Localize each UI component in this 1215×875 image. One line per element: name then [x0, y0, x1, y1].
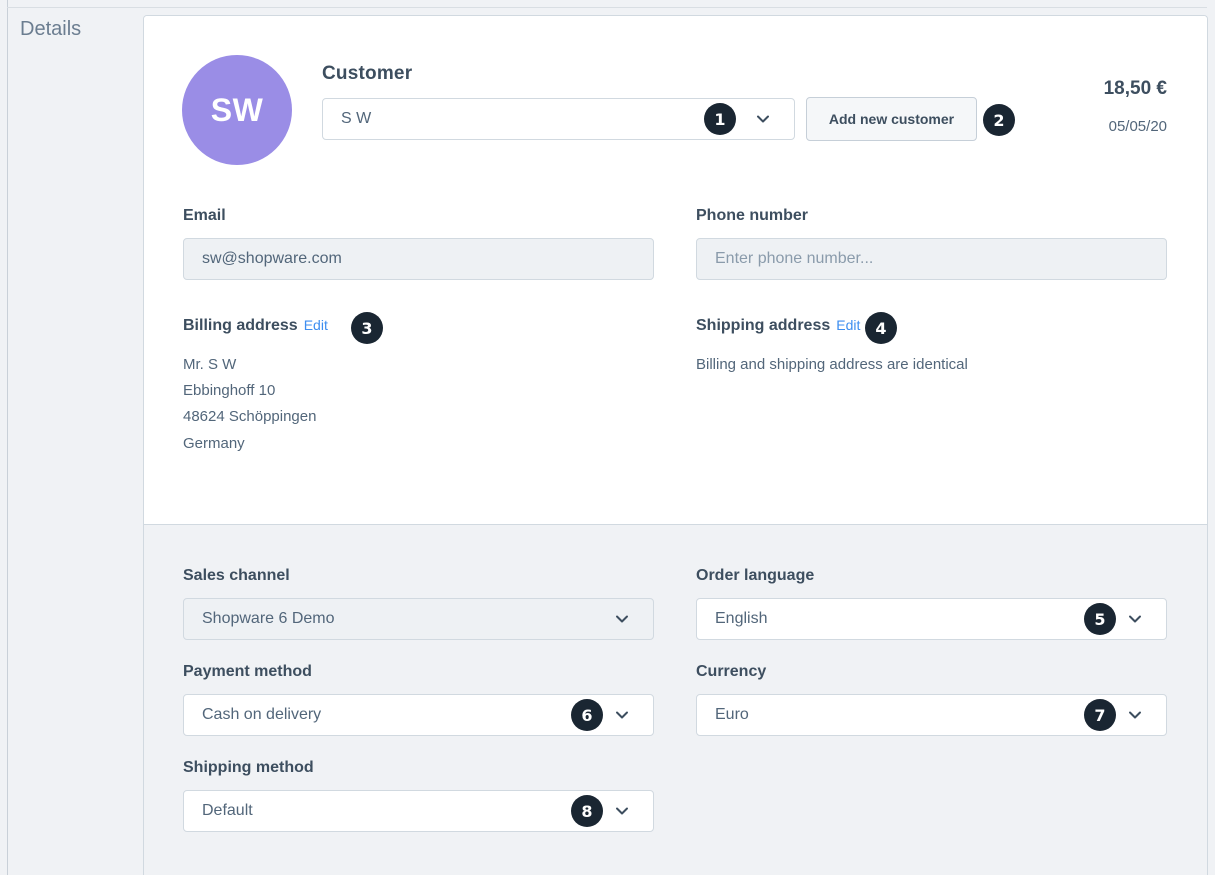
sales-channel-label: Sales channel — [183, 567, 290, 584]
chevron-down-icon — [615, 708, 629, 722]
order-language-value: English — [715, 610, 768, 627]
shipping-address-title: Shipping address — [696, 317, 831, 334]
billing-address-label: Billing address Edit — [183, 317, 328, 335]
callout-badge-7: 7 — [1084, 699, 1116, 731]
avatar: SW — [182, 55, 292, 165]
billing-line: Germany — [183, 435, 245, 452]
billing-line: Ebbinghoff 10 — [183, 382, 276, 399]
chevron-down-icon — [615, 804, 629, 818]
shipping-address-note: Billing and shipping address are identic… — [696, 356, 968, 373]
shipping-address-label: Shipping address Edit — [696, 317, 860, 335]
sales-channel-value: Shopware 6 Demo — [202, 610, 335, 627]
order-total: 18,50 € — [1103, 78, 1167, 99]
left-border — [7, 0, 8, 875]
customer-select-value: S W — [341, 110, 372, 127]
email-value: sw@shopware.com — [202, 250, 342, 267]
top-border — [7, 7, 1207, 8]
section-title: Details — [20, 18, 82, 40]
email-field[interactable]: sw@shopware.com — [183, 238, 654, 280]
phone-placeholder: Enter phone number... — [715, 250, 874, 267]
add-new-customer-button[interactable]: Add new customer — [806, 97, 977, 141]
callout-badge-6: 6 — [571, 699, 603, 731]
shipping-edit-link[interactable]: Edit — [836, 317, 860, 333]
chevron-down-icon — [1128, 708, 1142, 722]
customer-title: Customer — [322, 63, 413, 84]
currency-label: Currency — [696, 663, 767, 680]
email-label: Email — [183, 207, 226, 224]
callout-badge-8: 8 — [571, 795, 603, 827]
phone-field[interactable]: Enter phone number... — [696, 238, 1167, 280]
chevron-down-icon — [615, 612, 629, 626]
callout-badge-2: 2 — [983, 104, 1015, 136]
billing-line: Mr. S W — [183, 356, 237, 373]
chevron-down-icon — [756, 112, 770, 126]
order-settings-panel: Sales channel Shopware 6 Demo Order lang… — [144, 524, 1207, 875]
callout-badge-1: 1 — [704, 103, 736, 135]
sales-channel-select[interactable]: Shopware 6 Demo — [183, 598, 654, 640]
shipping-method-value: Default — [202, 802, 253, 819]
order-language-label: Order language — [696, 567, 815, 584]
shipping-method-label: Shipping method — [183, 759, 314, 776]
customer-panel: SW Customer S W 1 Add new customer 2 18,… — [144, 16, 1207, 524]
chevron-down-icon — [1128, 612, 1142, 626]
billing-line: 48624 Schöppingen — [183, 408, 317, 425]
callout-badge-3: 3 — [351, 312, 383, 344]
billing-address-title: Billing address — [183, 317, 298, 334]
payment-method-label: Payment method — [183, 663, 312, 680]
order-date: 05/05/20 — [1108, 118, 1167, 135]
callout-badge-4: 4 — [865, 312, 897, 344]
currency-value: Euro — [715, 706, 749, 723]
billing-edit-link[interactable]: Edit — [304, 317, 328, 333]
phone-label: Phone number — [696, 207, 809, 224]
payment-method-value: Cash on delivery — [202, 706, 322, 723]
callout-badge-5: 5 — [1084, 603, 1116, 635]
details-card: SW Customer S W 1 Add new customer 2 18,… — [143, 15, 1208, 875]
